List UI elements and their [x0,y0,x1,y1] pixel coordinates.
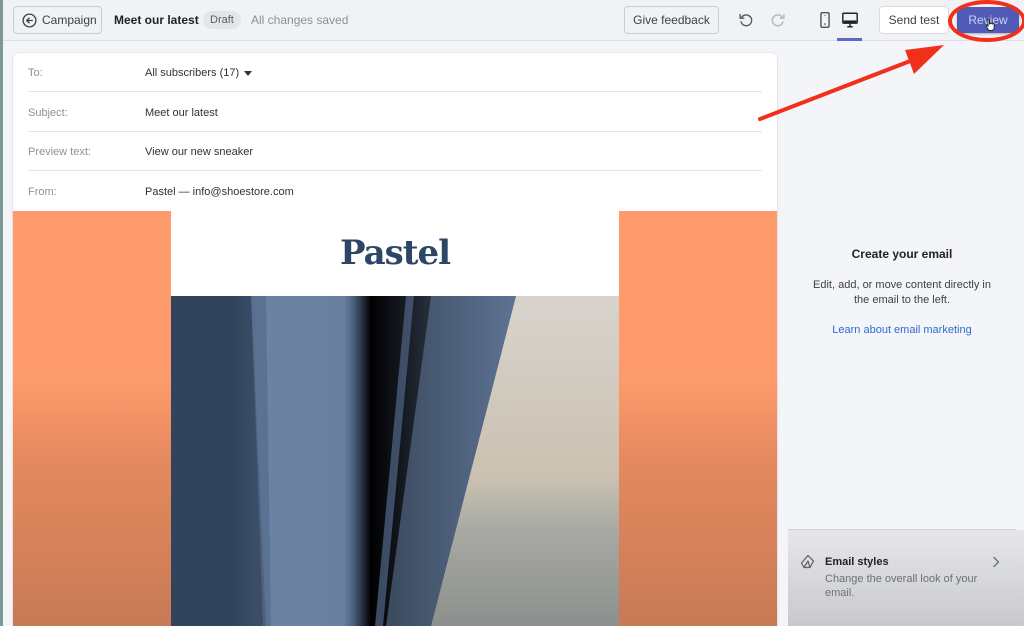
save-status: All changes saved [251,13,349,27]
back-to-campaign-button[interactable]: Campaign [13,6,102,34]
brand-logo: Pastel [339,233,451,273]
hand-cursor-icon [985,18,995,31]
status-badge: Draft [203,11,241,29]
redo-icon [771,13,785,27]
email-styles-title: Email styles [825,556,889,568]
email-styles-description: Change the overall look of your email. [825,573,978,599]
email-styles-button[interactable]: Email styles Change the overall look of … [788,530,1024,626]
active-device-indicator [837,38,862,41]
mobile-preview-button[interactable] [815,10,835,30]
subject-field-row[interactable]: Subject: Meet our latest [28,93,762,132]
back-button-label: Campaign [42,13,97,27]
to-label: To: [28,67,43,79]
preview-text-field-row[interactable]: Preview text: View our new sneaker [28,132,762,171]
preview-text-label: Preview text: [28,146,91,158]
campaign-title: Meet our latest [114,13,199,27]
send-test-button[interactable]: Send test [879,6,949,34]
undo-button[interactable] [736,10,756,30]
email-editor: To: All subscribers (17) Subject: Meet o… [13,53,777,626]
subject-label: Subject: [28,107,68,119]
from-input[interactable]: Pastel — info@shoestore.com [145,186,294,198]
header-section[interactable]: Pastel [171,211,619,295]
chevron-right-icon [993,556,1000,568]
right-sidebar: Create your email Edit, add, or move con… [788,42,1024,626]
from-field-row[interactable]: From: Pastel — info@shoestore.com [28,172,762,211]
preview-text-input[interactable]: View our new sneaker [145,146,253,158]
hero-image-graphic [171,296,619,626]
undo-icon [739,13,753,27]
window-edge [0,0,3,626]
to-field-row[interactable]: To: All subscribers (17) [28,53,762,92]
hero-image[interactable] [171,296,619,626]
email-content[interactable]: Pastel [171,211,619,626]
redo-button[interactable] [768,10,788,30]
learn-email-marketing-link[interactable]: Learn about email marketing [788,324,1016,336]
panel-title: Create your email [851,247,953,261]
recipients-value: All subscribers (17) [145,67,240,79]
caret-down-icon [244,70,253,76]
back-arrow-icon [22,12,37,28]
email-canvas[interactable]: Pastel [13,211,777,626]
top-bar: Campaign Meet our latest Draft All chang… [3,0,1024,42]
subject-input[interactable]: Meet our latest [145,107,218,119]
desktop-icon [842,12,858,28]
recipients-dropdown[interactable]: All subscribers (17) [145,67,253,79]
panel-description: Edit, add, or move content directly in t… [813,279,991,306]
from-label: From: [28,186,57,198]
give-feedback-button[interactable]: Give feedback [624,6,719,34]
paint-icon [800,554,815,569]
mobile-icon [820,12,830,28]
desktop-preview-button[interactable] [840,10,860,30]
